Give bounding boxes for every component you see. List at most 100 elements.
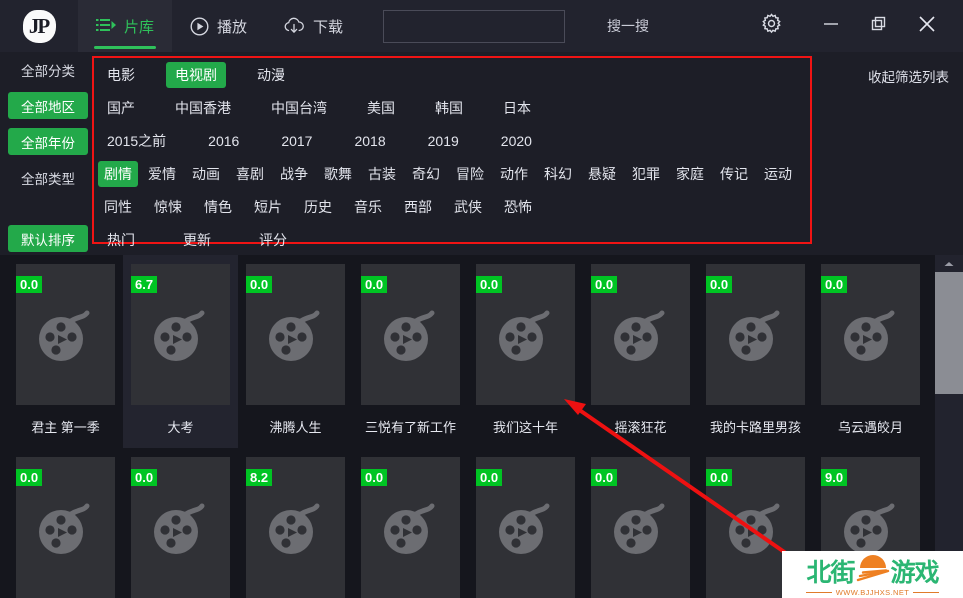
library-card[interactable]: 8.2: [238, 448, 353, 598]
film-reel-icon: [728, 310, 779, 361]
filter-chip-movie[interactable]: 电影: [98, 62, 144, 88]
card-poster[interactable]: 0.0: [476, 457, 575, 598]
filter-chip-erotic[interactable]: 情色: [198, 194, 238, 220]
sort-chip-rating[interactable]: 评分: [250, 227, 296, 253]
scrollbar-up-button[interactable]: [935, 255, 963, 272]
filter-chip-musical[interactable]: 歌舞: [318, 161, 358, 187]
card-rating: 0.0: [591, 276, 618, 293]
library-card[interactable]: 0.0 君主 第一季: [8, 255, 123, 448]
sort-chip-updated[interactable]: 更新: [174, 227, 220, 253]
filter-chip-action[interactable]: 动作: [494, 161, 534, 187]
library-card[interactable]: 0.0 乌云遇皎月: [813, 255, 928, 448]
tab-play[interactable]: 播放: [172, 0, 265, 52]
film-reel-icon: [843, 310, 894, 361]
filter-chip-2020[interactable]: 2020: [492, 130, 541, 152]
filter-chip-scifi[interactable]: 科幻: [538, 161, 578, 187]
library-card[interactable]: 0.0 三悦有了新工作: [353, 255, 468, 448]
filter-chip-korea[interactable]: 韩国: [426, 95, 472, 121]
filter-chip-fantasy[interactable]: 奇幻: [406, 161, 446, 187]
filter-chip-family[interactable]: 家庭: [670, 161, 710, 187]
filter-chip-hongkong[interactable]: 中国香港: [166, 95, 240, 121]
card-poster[interactable]: 8.2: [246, 457, 345, 598]
filter-chip-horror[interactable]: 恐怖: [498, 194, 538, 220]
watermark-text-left: 北街: [806, 557, 855, 587]
card-poster[interactable]: 0.0: [591, 264, 690, 405]
filter-chip-mainland[interactable]: 国产: [98, 95, 144, 121]
film-reel-icon: [38, 503, 89, 554]
library-card[interactable]: 6.7 大考: [123, 255, 238, 448]
card-poster[interactable]: 0.0: [246, 264, 345, 405]
card-poster[interactable]: 0.0: [821, 264, 920, 405]
scrollbar-thumb[interactable]: [935, 272, 963, 394]
card-poster[interactable]: 0.0: [476, 264, 575, 405]
filter-chip-biography[interactable]: 传记: [714, 161, 754, 187]
filter-chip-before2015[interactable]: 2015之前: [98, 128, 175, 154]
filter-chip-anime[interactable]: 动漫: [248, 62, 294, 88]
filter-chip-lgbt[interactable]: 同性: [98, 194, 138, 220]
filter-chip-usa[interactable]: 美国: [358, 95, 404, 121]
film-reel-icon: [38, 310, 89, 361]
sidebar-item-region[interactable]: 全部地区: [8, 92, 88, 119]
filter-chip-costume[interactable]: 古装: [362, 161, 402, 187]
card-poster[interactable]: 0.0: [706, 264, 805, 405]
filter-chip-suspense[interactable]: 悬疑: [582, 161, 622, 187]
card-poster[interactable]: 0.0: [361, 457, 460, 598]
sort-chip-popular[interactable]: 热门: [98, 227, 144, 253]
library-card[interactable]: 0.0: [8, 448, 123, 598]
card-rating: 0.0: [361, 469, 388, 486]
card-poster[interactable]: 0.0: [16, 264, 115, 405]
search-input[interactable]: [384, 10, 565, 42]
filter-chip-sports[interactable]: 运动: [758, 161, 798, 187]
tab-download[interactable]: 下载: [265, 0, 361, 52]
maximize-button[interactable]: [857, 0, 901, 52]
library-card[interactable]: 0.0: [123, 448, 238, 598]
library-card[interactable]: 0.0: [468, 448, 583, 598]
filter-chip-animation[interactable]: 动画: [186, 161, 226, 187]
library-card[interactable]: 0.0 我的卡路里男孩: [698, 255, 813, 448]
library-card[interactable]: 0.0 摇滚狂花: [583, 255, 698, 448]
filter-chip-romance[interactable]: 爱情: [142, 161, 182, 187]
filter-chip-war[interactable]: 战争: [274, 161, 314, 187]
filter-chip-short[interactable]: 短片: [248, 194, 288, 220]
filter-chip-comedy[interactable]: 喜剧: [230, 161, 270, 187]
library-card[interactable]: 0.0: [353, 448, 468, 598]
filter-sidebar: 全部分类 全部地区 全部年份 全部类型 默认排序: [8, 56, 88, 261]
filter-chip-thriller[interactable]: 惊悚: [148, 194, 188, 220]
sidebar-item-year[interactable]: 全部年份: [8, 128, 88, 155]
filter-chip-crime[interactable]: 犯罪: [626, 161, 666, 187]
filter-chip-wuxia[interactable]: 武侠: [448, 194, 488, 220]
sidebar-item-type[interactable]: 全部类型: [8, 164, 88, 191]
library-card[interactable]: 0.0: [583, 448, 698, 598]
sidebar-item-category[interactable]: 全部分类: [8, 56, 88, 83]
filter-chip-taiwan[interactable]: 中国台湾: [262, 95, 336, 121]
card-rating: 0.0: [821, 276, 848, 293]
collapse-filters-button[interactable]: 收起筛选列表: [868, 66, 949, 86]
card-poster[interactable]: 0.0: [131, 457, 230, 598]
library-card[interactable]: 0.0 我们这十年: [468, 255, 583, 448]
filter-chip-japan[interactable]: 日本: [494, 95, 540, 121]
filter-chip-music[interactable]: 音乐: [348, 194, 388, 220]
filter-chip-2016[interactable]: 2016: [199, 130, 248, 152]
library-card[interactable]: 0.0 沸腾人生: [238, 255, 353, 448]
filter-chip-western[interactable]: 西部: [398, 194, 438, 220]
settings-button[interactable]: [749, 0, 793, 52]
filter-chip-2018[interactable]: 2018: [345, 130, 394, 152]
minimize-button[interactable]: [809, 0, 853, 52]
filter-chip-2017[interactable]: 2017: [272, 130, 321, 152]
search-button[interactable]: 搜一搜: [607, 16, 649, 36]
filter-chip-drama[interactable]: 剧情: [98, 160, 138, 187]
card-poster[interactable]: 0.0: [16, 457, 115, 598]
filter-chip-history[interactable]: 历史: [298, 194, 338, 220]
film-reel-icon: [268, 310, 319, 361]
sidebar-item-sort[interactable]: 默认排序: [8, 225, 88, 252]
card-poster[interactable]: 6.7: [131, 264, 230, 405]
tab-library[interactable]: 片库: [78, 0, 173, 52]
filter-chip-2019[interactable]: 2019: [419, 130, 468, 152]
filter-chip-tvseries[interactable]: 电视剧: [166, 61, 226, 88]
vertical-scrollbar[interactable]: [935, 255, 963, 598]
search-box[interactable]: [383, 9, 566, 43]
filter-chip-adventure[interactable]: 冒险: [450, 161, 490, 187]
card-poster[interactable]: 0.0: [361, 264, 460, 405]
card-poster[interactable]: 0.0: [591, 457, 690, 598]
close-button[interactable]: [905, 0, 949, 52]
